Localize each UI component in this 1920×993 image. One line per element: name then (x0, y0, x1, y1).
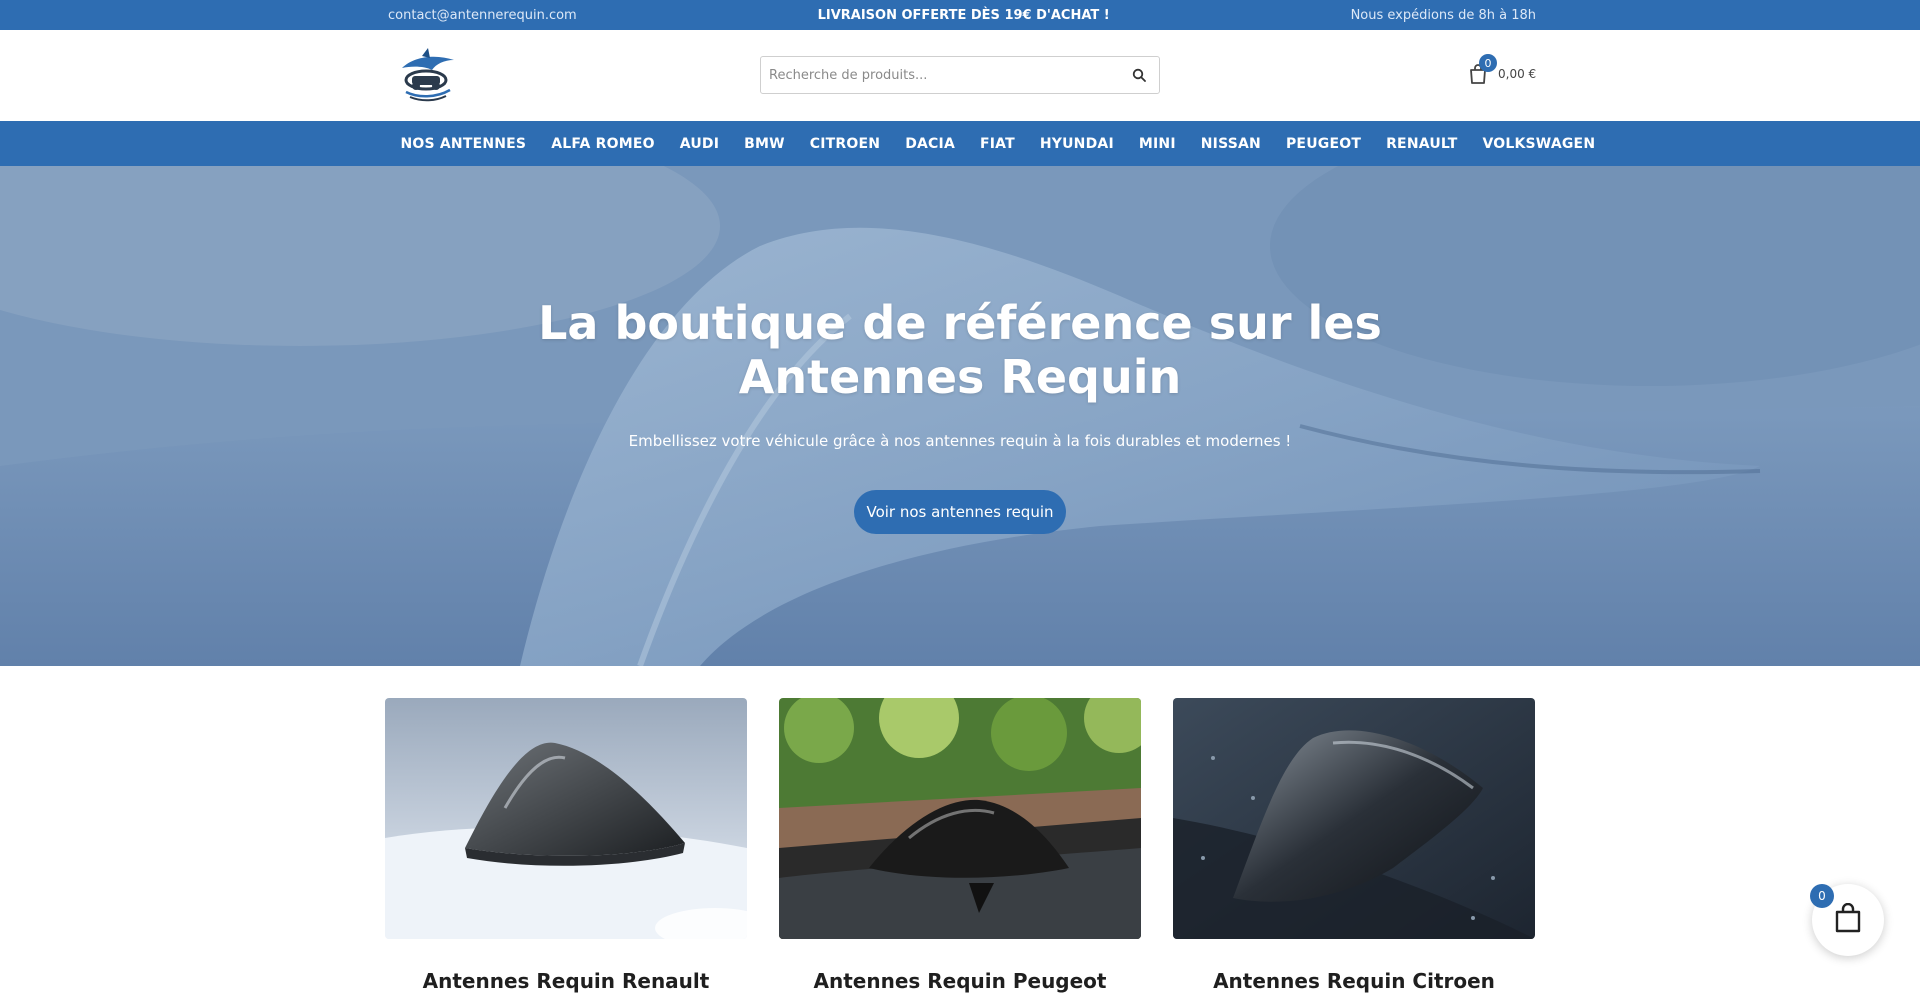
nav-item-peugeot[interactable]: PEUGEOT (1273, 136, 1373, 152)
header-cart-total: 0,00 € (1498, 67, 1537, 81)
nav-item-hyundai[interactable]: HYUNDAI (1027, 136, 1126, 152)
category-title-renault[interactable]: Antennes Requin Renault (385, 969, 747, 993)
category-image-peugeot[interactable] (779, 698, 1141, 939)
nav-item-fiat[interactable]: FIAT (967, 136, 1027, 152)
floating-cart-count: 0 (1810, 884, 1834, 908)
nav-item-alfa-romeo[interactable]: ALFA ROMEO (539, 136, 668, 152)
nav-item-dacia[interactable]: DACIA (893, 136, 968, 152)
category-card-renault[interactable]: Antennes Requin Renault (385, 698, 747, 993)
category-card-peugeot[interactable]: Antennes Requin Peugeot (779, 698, 1141, 993)
contact-email[interactable]: contact@antennerequin.com (388, 8, 577, 23)
category-card-citroen[interactable]: Antennes Requin Citroen (1173, 698, 1535, 993)
product-search (760, 56, 1160, 94)
search-input[interactable] (761, 57, 1119, 93)
shipping-hours: Nous expédions de 8h à 18h (1350, 7, 1536, 23)
site-header: 0 0,00 € (0, 30, 1920, 121)
hero-subtitle: Embellissez votre véhicule grâce à nos a… (628, 432, 1292, 450)
nav-item-bmw[interactable]: BMW (732, 136, 798, 152)
shopping-bag-icon: 0 (1466, 54, 1497, 86)
category-image-citroen[interactable] (1173, 698, 1535, 939)
nav-item-mini[interactable]: MINI (1126, 136, 1188, 152)
category-image-renault[interactable] (385, 698, 747, 939)
nav-item-volkswagen[interactable]: VOLKSWAGEN (1470, 136, 1608, 152)
category-title-peugeot[interactable]: Antennes Requin Peugeot (779, 969, 1141, 993)
search-icon[interactable] (1119, 57, 1159, 93)
hero-title: La boutique de référence sur les Antenne… (538, 296, 1382, 404)
hero-background-image (0, 166, 1920, 666)
category-title-citroen[interactable]: Antennes Requin Citroen (1173, 969, 1535, 993)
main-navigation: NOS ANTENNES ALFA ROMEO AUDI BMW CITROEN… (0, 121, 1920, 166)
top-bar: contact@antennerequin.com LIVRAISON OFFE… (0, 0, 1920, 30)
header-cart[interactable]: 0 0,00 € (1466, 54, 1537, 88)
view-antennas-button[interactable]: Voir nos antennes requin (854, 490, 1066, 534)
floating-cart-button[interactable]: 0 (1810, 884, 1884, 956)
shopping-bag-icon (1834, 902, 1862, 937)
hero-banner: La boutique de référence sur les Antenne… (0, 166, 1920, 666)
shark-logo-icon[interactable] (396, 46, 460, 104)
nav-item-nissan[interactable]: NISSAN (1188, 136, 1273, 152)
shipping-promo: LIVRAISON OFFERTE DÈS 19€ D'ACHAT ! (817, 7, 1110, 23)
nav-item-nos-antennes[interactable]: NOS ANTENNES (388, 136, 539, 152)
nav-item-renault[interactable]: RENAULT (1374, 136, 1470, 152)
nav-item-audi[interactable]: AUDI (667, 136, 731, 152)
nav-item-citroen[interactable]: CITROEN (797, 136, 892, 152)
header-cart-count: 0 (1479, 54, 1497, 72)
